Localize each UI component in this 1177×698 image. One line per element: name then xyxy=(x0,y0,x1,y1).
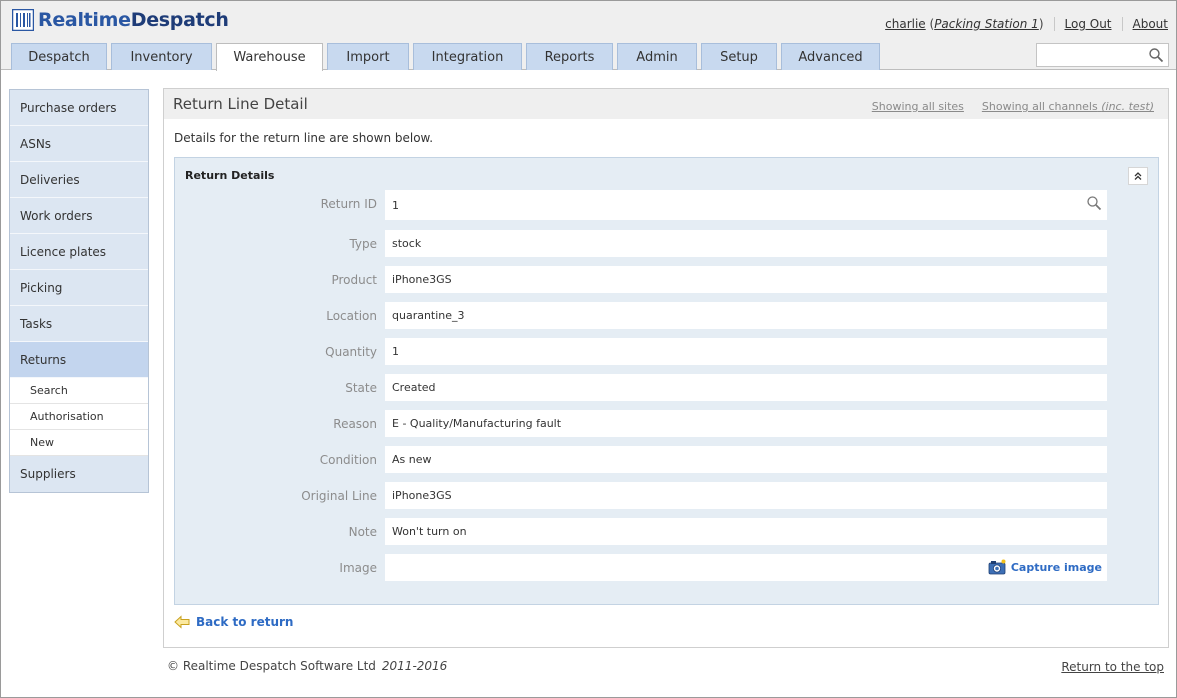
station-link[interactable]: Packing Station 1 xyxy=(934,17,1039,31)
collapse-button[interactable] xyxy=(1128,167,1148,185)
field-row-return-id: Return ID 1 xyxy=(175,190,1160,220)
return-line-panel: Return Line Detail Showing all sites Sho… xyxy=(163,88,1169,648)
tab-integration[interactable]: Integration xyxy=(413,43,522,70)
note-label: Note xyxy=(348,525,377,539)
condition-label: Condition xyxy=(319,453,377,467)
tab-inventory[interactable]: Inventory xyxy=(111,43,212,70)
sidebar-item-asns[interactable]: ASNs xyxy=(10,126,148,162)
camera-icon xyxy=(988,559,1006,575)
sidebar-item-licence-plates[interactable]: Licence plates xyxy=(10,234,148,270)
header-bar: Realtime Despatch charlie (Packing Statio… xyxy=(1,1,1176,71)
panel-header: Return Line Detail Showing all sites Sho… xyxy=(164,89,1168,119)
reason-value: E - Quality/Manufacturing fault xyxy=(385,410,1107,437)
logo-text-despatch: Despatch xyxy=(130,9,229,31)
divider xyxy=(1121,17,1123,31)
intro-text: Details for the return line are shown be… xyxy=(174,131,434,145)
back-to-return-text: Back to return xyxy=(196,615,294,629)
field-row-reason: Reason E - Quality/Manufacturing fault xyxy=(175,410,1160,437)
double-chevron-up-icon xyxy=(1134,172,1142,180)
capture-image-link[interactable]: Capture image xyxy=(988,559,1102,575)
condition-value: As new xyxy=(385,446,1107,473)
sidebar-subitem-authorisation[interactable]: Authorisation xyxy=(10,404,148,430)
logout-link[interactable]: Log Out xyxy=(1065,17,1112,31)
location-value: quarantine_3 xyxy=(385,302,1107,329)
user-name-link[interactable]: charlie xyxy=(885,17,926,31)
type-label: Type xyxy=(349,237,377,251)
channels-text: Showing all channels xyxy=(981,100,1098,113)
tab-advanced[interactable]: Advanced xyxy=(781,43,880,70)
logo-text-realtime: Realtime xyxy=(38,9,131,31)
barcode-logo-icon xyxy=(12,9,34,31)
search-icon[interactable] xyxy=(1148,47,1164,63)
back-to-return-link[interactable]: Back to return xyxy=(174,615,293,629)
image-label: Image xyxy=(339,561,377,575)
fieldset-title: Return Details xyxy=(185,169,275,182)
station-open-paren: ( xyxy=(925,17,935,31)
tab-admin[interactable]: Admin xyxy=(617,43,697,70)
sidebar-subitem-search[interactable]: Search xyxy=(10,378,148,404)
field-row-note: Note Won't turn on xyxy=(175,518,1160,545)
app-logo[interactable]: Realtime Despatch xyxy=(12,7,229,33)
field-row-quantity: Quantity 1 xyxy=(175,338,1160,365)
sidebar-item-suppliers[interactable]: Suppliers xyxy=(10,456,148,492)
return-to-top-link[interactable]: Return to the top xyxy=(1061,660,1164,674)
showing-all-channels-link[interactable]: Showing all channels (inc. test) xyxy=(982,100,1154,113)
tab-warehouse[interactable]: Warehouse xyxy=(216,43,323,71)
about-link[interactable]: About xyxy=(1133,17,1168,31)
channels-note: (inc. test) xyxy=(1101,100,1154,113)
sidebar-item-deliveries[interactable]: Deliveries xyxy=(10,162,148,198)
sidebar-item-returns[interactable]: Returns xyxy=(10,342,148,378)
capture-image-text: Capture image xyxy=(1010,560,1102,574)
note-value: Won't turn on xyxy=(385,518,1107,545)
sidebar-item-picking[interactable]: Picking xyxy=(10,270,148,306)
quantity-value: 1 xyxy=(385,338,1107,365)
user-links: charlie (Packing Station 1) Log Out Abou… xyxy=(885,17,1168,31)
field-row-image: Image Capture image xyxy=(175,554,1160,581)
original-line-label: Original Line xyxy=(301,489,377,503)
return-id-label: Return ID xyxy=(320,197,377,211)
location-label: Location xyxy=(326,309,377,323)
tab-setup[interactable]: Setup xyxy=(701,43,777,70)
lookup-search-icon[interactable] xyxy=(1086,195,1102,211)
field-row-condition: Condition As new xyxy=(175,446,1160,473)
page-title: Return Line Detail xyxy=(173,95,308,113)
return-id-text: 1 xyxy=(392,198,399,212)
sidebar-subitem-new[interactable]: New xyxy=(10,430,148,456)
station-close-paren: ) xyxy=(1038,17,1044,31)
state-label: State xyxy=(345,381,377,395)
tab-reports[interactable]: Reports xyxy=(526,43,613,70)
showing-all-sites-link[interactable]: Showing all sites xyxy=(872,100,964,113)
search-input[interactable] xyxy=(1036,43,1169,67)
state-value: Created xyxy=(385,374,1107,401)
sidebar: Purchase orders ASNs Deliveries Work ord… xyxy=(9,89,149,493)
footer-copyright: © Realtime Despatch Software Ltd 2011-201… xyxy=(167,659,447,673)
field-row-location: Location quarantine_3 xyxy=(175,302,1160,329)
field-row-type: Type stock xyxy=(175,230,1160,257)
divider xyxy=(1053,17,1055,31)
main-tabs: Despatch Inventory Warehouse Import Inte… xyxy=(11,43,884,71)
reason-label: Reason xyxy=(333,417,377,431)
field-row-state: State Created xyxy=(175,374,1160,401)
return-details-fieldset: Return Details Return ID 1 Type stock Pr… xyxy=(174,157,1159,605)
arrow-left-icon xyxy=(174,615,190,629)
scope-links: Showing all sites Showing all channels (… xyxy=(872,100,1154,113)
sidebar-item-purchase-orders[interactable]: Purchase orders xyxy=(10,90,148,126)
field-row-product: Product iPhone3GS xyxy=(175,266,1160,293)
product-value: iPhone3GS xyxy=(385,266,1107,293)
tab-despatch[interactable]: Despatch xyxy=(11,43,107,70)
image-value: Capture image xyxy=(385,554,1107,581)
type-value: stock xyxy=(385,230,1107,257)
return-id-value: 1 xyxy=(385,190,1107,220)
sidebar-item-tasks[interactable]: Tasks xyxy=(10,306,148,342)
field-row-original-line: Original Line iPhone3GS xyxy=(175,482,1160,509)
quantity-label: Quantity xyxy=(325,345,377,359)
copyright-text: © Realtime Despatch Software Ltd xyxy=(167,659,376,673)
sidebar-item-work-orders[interactable]: Work orders xyxy=(10,198,148,234)
tab-import[interactable]: Import xyxy=(327,43,409,70)
original-line-value: iPhone3GS xyxy=(385,482,1107,509)
copyright-years: 2011-2016 xyxy=(381,659,448,673)
product-label: Product xyxy=(331,273,377,287)
